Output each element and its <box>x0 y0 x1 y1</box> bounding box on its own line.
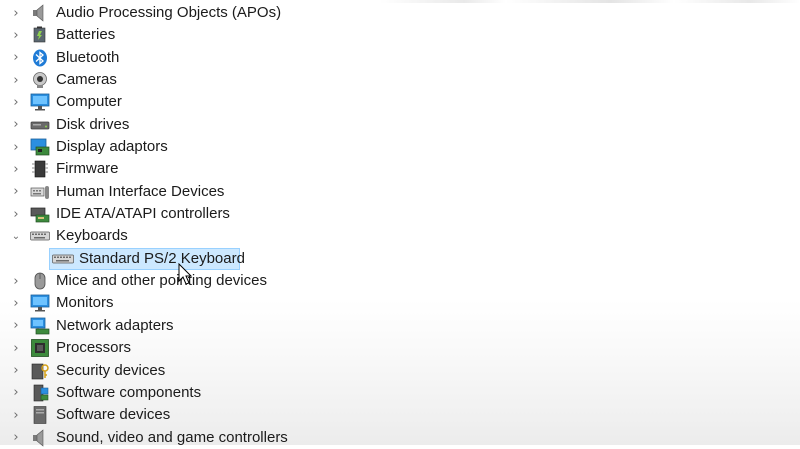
tree-item-label: Cameras <box>56 71 117 89</box>
tree-item-processors[interactable]: › Processors <box>0 337 800 359</box>
chevron-right-icon[interactable]: › <box>10 360 22 382</box>
bluetooth-icon <box>30 49 50 67</box>
tree-item-monitors[interactable]: › Monitors <box>0 292 800 314</box>
chevron-right-icon[interactable]: › <box>10 404 22 426</box>
tree-item-label: Software devices <box>56 406 171 424</box>
tree-item-software-components[interactable]: › Software components <box>0 382 800 404</box>
chip-icon <box>30 160 50 178</box>
chevron-right-icon[interactable]: › <box>10 315 22 337</box>
keyboard-icon <box>30 227 50 245</box>
tree-item-label: Security devices <box>56 361 166 379</box>
tree-item-label: Monitors <box>56 294 114 312</box>
chevron-right-icon[interactable]: › <box>10 91 22 113</box>
chevron-right-icon[interactable]: › <box>10 427 22 449</box>
tree-item-label: Batteries <box>56 26 116 44</box>
chevron-right-icon[interactable]: › <box>10 181 22 203</box>
mouse-icon <box>30 272 50 290</box>
ide-controller-icon <box>30 205 50 223</box>
display-adapter-icon <box>30 138 50 156</box>
chevron-down-icon[interactable]: ⌄ <box>10 225 22 247</box>
tree-item-audio-processing-objects[interactable]: › Audio Processing Objects (APOs) <box>0 2 800 24</box>
chevron-right-icon[interactable]: › <box>10 158 22 180</box>
tree-item-label: Human Interface Devices <box>56 182 225 200</box>
tree-item-cameras[interactable]: › Cameras <box>0 69 800 91</box>
software-device-icon <box>30 406 50 424</box>
chevron-right-icon[interactable]: › <box>10 47 22 69</box>
chevron-right-icon[interactable]: › <box>10 114 22 136</box>
monitor-icon <box>30 93 50 111</box>
chevron-right-icon[interactable]: › <box>10 203 22 225</box>
tree-item-label: Standard PS/2 Keyboard <box>79 249 245 267</box>
tree-item-label: Software components <box>56 383 202 401</box>
tree-item-computer[interactable]: › Computer <box>0 91 800 113</box>
software-components-icon <box>30 384 50 402</box>
chevron-right-icon[interactable]: › <box>10 69 22 91</box>
tree-item-bluetooth[interactable]: › Bluetooth <box>0 47 800 69</box>
tree-item-sound-video-game-controllers[interactable]: › Sound, video and game controllers <box>0 427 800 449</box>
tree-item-label: Network adapters <box>56 316 174 334</box>
chevron-right-icon[interactable]: › <box>10 382 22 404</box>
chevron-right-icon[interactable]: › <box>10 270 22 292</box>
tree-item-software-devices[interactable]: › Software devices <box>0 404 800 426</box>
tree-item-label: Display adaptors <box>56 138 168 156</box>
tree-item-label: Mice and other pointing devices <box>56 272 267 290</box>
device-tree: › Audio Processing Objects (APOs) › Batt… <box>0 2 800 449</box>
monitor-icon <box>30 294 50 312</box>
keyboard-icon <box>52 250 74 268</box>
tree-item-human-interface-devices[interactable]: › Human Interface Devices <box>0 181 800 203</box>
tree-item-security-devices[interactable]: › Security devices <box>0 360 800 382</box>
tree-item-label: Bluetooth <box>56 48 120 66</box>
tree-item-display-adaptors[interactable]: › Display adaptors <box>0 136 800 158</box>
chevron-right-icon[interactable]: › <box>10 292 22 314</box>
mouse-cursor-icon <box>178 263 193 285</box>
tree-item-label: IDE ATA/ATAPI controllers <box>56 205 230 223</box>
tree-item-keyboards[interactable]: ⌄ Keyboards <box>0 225 800 247</box>
tree-item-label: Disk drives <box>56 115 130 133</box>
security-icon <box>30 362 50 380</box>
hid-icon <box>30 183 50 201</box>
disk-drive-icon <box>30 116 50 134</box>
speaker-icon <box>30 428 50 447</box>
chevron-right-icon[interactable]: › <box>10 24 22 46</box>
chevron-right-icon[interactable]: › <box>10 2 22 24</box>
camera-icon <box>30 71 50 89</box>
tree-item-ide-ata-atapi-controllers[interactable]: › IDE ATA/ATAPI controllers <box>0 203 800 225</box>
tree-item-batteries[interactable]: › Batteries <box>0 24 800 46</box>
network-icon <box>30 317 50 335</box>
tree-item-label: Keyboards <box>56 227 128 245</box>
tree-item-disk-drives[interactable]: › Disk drives <box>0 114 800 136</box>
chevron-right-icon[interactable]: › <box>10 136 22 158</box>
tree-item-standard-ps2-keyboard[interactable]: Standard PS/2 Keyboard <box>0 247 800 270</box>
processor-icon <box>30 339 50 358</box>
tree-item-label: Computer <box>56 93 122 111</box>
tree-item-firmware[interactable]: › Firmware <box>0 158 800 180</box>
tree-item-network-adapters[interactable]: › Network adapters <box>0 315 800 337</box>
tree-item-label: Audio Processing Objects (APOs) <box>56 4 282 21</box>
battery-icon <box>30 26 50 44</box>
tree-item-label: Sound, video and game controllers <box>56 428 288 446</box>
tree-item-mice-and-other-pointing-devices[interactable]: › Mice and other pointing devices <box>0 270 800 292</box>
speaker-icon <box>30 4 50 22</box>
chevron-right-icon[interactable]: › <box>10 337 22 359</box>
tree-item-label: Processors <box>56 339 132 357</box>
tree-item-label: Firmware <box>56 160 119 178</box>
